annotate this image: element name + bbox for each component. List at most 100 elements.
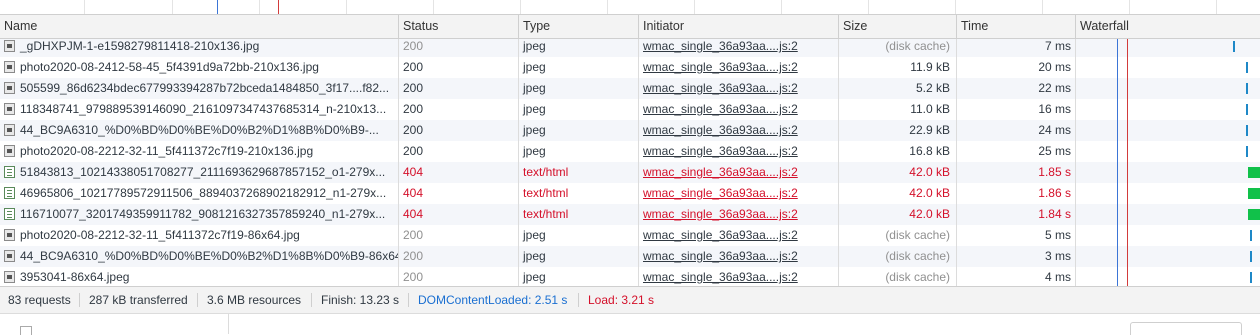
table-row[interactable]: 44_BC9A6310_%D0%BD%D0%BE%D0%B2%D1%8B%D0%…	[0, 120, 1260, 141]
request-status: 200	[399, 39, 519, 57]
column-header-time[interactable]: Time	[957, 15, 1076, 38]
divider	[578, 293, 579, 307]
request-name[interactable]: photo2020-08-2212-32-11_5f411372c7f19-21…	[0, 141, 399, 162]
request-name[interactable]: 44_BC9A6310_%D0%BD%D0%BE%D0%B2%D1%8B%D0%…	[0, 246, 399, 267]
overview-grid-tick	[868, 0, 869, 14]
request-initiator-link[interactable]: wmac_single_36a93aa....js:2	[639, 204, 839, 225]
table-row[interactable]: photo2020-08-2212-32-11_5f411372c7f19-86…	[0, 225, 1260, 246]
request-time: 1.84 s	[957, 204, 1076, 225]
request-type: text/html	[519, 183, 639, 204]
request-name[interactable]: 505599_86d6234bdec677993394287b72bceda14…	[0, 78, 399, 99]
request-initiator-link[interactable]: wmac_single_36a93aa....js:2	[639, 267, 839, 288]
request-initiator-link[interactable]: wmac_single_36a93aa....js:2	[639, 120, 839, 141]
waterfall-cell[interactable]	[1076, 267, 1260, 288]
request-status: 200	[399, 246, 519, 267]
request-time: 7 ms	[957, 39, 1076, 57]
request-time: 1.86 s	[957, 183, 1076, 204]
waterfall-load-line	[1127, 39, 1128, 301]
request-name[interactable]: 51843813_10214338051708277_2111693629687…	[0, 162, 399, 183]
table-row[interactable]: 116710077_3201749359911782_9081216327357…	[0, 204, 1260, 225]
panel-button[interactable]	[1130, 322, 1242, 335]
waterfall-cell[interactable]	[1076, 39, 1260, 57]
waterfall-cell[interactable]	[1076, 204, 1260, 225]
waterfall-bar	[1248, 167, 1260, 178]
request-type: jpeg	[519, 246, 639, 267]
column-header-status[interactable]: Status	[399, 15, 519, 38]
table-row[interactable]: 46965806_10217789572911506_8894037268902…	[0, 183, 1260, 204]
waterfall-cell[interactable]	[1076, 141, 1260, 162]
waterfall-cell[interactable]	[1076, 99, 1260, 120]
column-header-initiator[interactable]: Initiator	[639, 15, 839, 38]
request-initiator-link[interactable]: wmac_single_36a93aa....js:2	[639, 162, 839, 183]
request-name[interactable]: 118348741_979889539146090_21610973474376…	[0, 99, 399, 120]
overview-grid-tick	[84, 0, 85, 14]
table-row[interactable]: 51843813_10214338051708277_2111693629687…	[0, 162, 1260, 183]
table-row[interactable]: _gDHXPJM-1-e1598279811418-210x136.jpg 200…	[0, 39, 1260, 57]
table-body: _gDHXPJM-1-e1598279811418-210x136.jpg 200…	[0, 39, 1260, 301]
request-name[interactable]: 46965806_10217789572911506_8894037268902…	[0, 183, 399, 204]
waterfall-cell[interactable]	[1076, 162, 1260, 183]
request-size: 11.0 kB	[839, 99, 957, 120]
request-type: jpeg	[519, 57, 639, 78]
document-file-icon	[4, 208, 15, 220]
request-initiator-link[interactable]: wmac_single_36a93aa....js:2	[639, 183, 839, 204]
waterfall-cell[interactable]	[1076, 225, 1260, 246]
panel-divider[interactable]	[228, 314, 229, 334]
request-time: 24 ms	[957, 120, 1076, 141]
request-name[interactable]: 3953041-86x64.jpeg	[0, 267, 399, 288]
column-header-name[interactable]: Name	[0, 15, 399, 38]
status-bar: 83 requests 287 kB transferred 3.6 MB re…	[0, 286, 1260, 313]
waterfall-cell[interactable]	[1076, 78, 1260, 99]
column-header-size[interactable]: Size	[839, 15, 957, 38]
request-name[interactable]: photo2020-08-2212-32-11_5f411372c7f19-86…	[0, 225, 399, 246]
domcontentloaded-time: DOMContentLoaded: 2.51 s	[418, 293, 568, 307]
divider	[197, 293, 198, 307]
request-size: 16.8 kB	[839, 141, 957, 162]
overview-grid-tick	[172, 0, 173, 14]
request-status: 404	[399, 183, 519, 204]
table-row[interactable]: photo2020-08-2212-32-11_5f411372c7f19-21…	[0, 141, 1260, 162]
request-initiator-link[interactable]: wmac_single_36a93aa....js:2	[639, 78, 839, 99]
request-initiator-link[interactable]: wmac_single_36a93aa....js:2	[639, 246, 839, 267]
request-type: jpeg	[519, 225, 639, 246]
waterfall-cell[interactable]	[1076, 57, 1260, 78]
table-row[interactable]: photo2020-08-2412-58-45_5f4391d9a72bb-21…	[0, 57, 1260, 78]
request-size: 5.2 kB	[839, 78, 957, 99]
waterfall-bar	[1233, 41, 1235, 52]
image-file-icon	[4, 271, 15, 283]
table-row[interactable]: 505599_86d6234bdec677993394287b72bceda14…	[0, 78, 1260, 99]
request-initiator-link[interactable]: wmac_single_36a93aa....js:2	[639, 99, 839, 120]
request-name[interactable]: 44_BC9A6310_%D0%BD%D0%BE%D0%B2%D1%8B%D0%…	[0, 120, 399, 141]
waterfall-cell[interactable]	[1076, 183, 1260, 204]
request-initiator-link[interactable]: wmac_single_36a93aa....js:2	[639, 39, 839, 57]
overview-grid-tick	[1216, 0, 1217, 14]
table-row[interactable]: 44_BC9A6310_%D0%BD%D0%BE%D0%B2%D1%8B%D0%…	[0, 246, 1260, 267]
request-size: (disk cache)	[839, 39, 957, 57]
request-size: 42.0 kB	[839, 183, 957, 204]
request-size: 42.0 kB	[839, 204, 957, 225]
request-status: 404	[399, 162, 519, 183]
waterfall-bar	[1250, 251, 1252, 262]
request-status: 200	[399, 267, 519, 288]
request-time: 20 ms	[957, 57, 1076, 78]
image-file-icon	[4, 145, 15, 157]
request-size: (disk cache)	[839, 246, 957, 267]
request-name[interactable]: 116710077_3201749359911782_9081216327357…	[0, 204, 399, 225]
request-initiator-link[interactable]: wmac_single_36a93aa....js:2	[639, 57, 839, 78]
overview-timeline[interactable]	[0, 0, 1260, 15]
column-header-waterfall[interactable]: Waterfall	[1076, 15, 1260, 38]
table-row[interactable]: 118348741_979889539146090_21610973474376…	[0, 99, 1260, 120]
waterfall-bar	[1248, 209, 1260, 220]
request-initiator-link[interactable]: wmac_single_36a93aa....js:2	[639, 225, 839, 246]
request-status: 200	[399, 225, 519, 246]
column-header-type[interactable]: Type	[519, 15, 639, 38]
finish-time: Finish: 13.23 s	[321, 293, 400, 307]
document-icon	[20, 326, 32, 335]
table-row[interactable]: 3953041-86x64.jpeg 200 jpeg wmac_single_36a…	[0, 267, 1260, 288]
waterfall-bar	[1246, 125, 1248, 136]
request-name[interactable]: _gDHXPJM-1-e1598279811418-210x136.jpg	[0, 39, 399, 57]
waterfall-cell[interactable]	[1076, 246, 1260, 267]
request-name[interactable]: photo2020-08-2412-58-45_5f4391d9a72bb-21…	[0, 57, 399, 78]
request-initiator-link[interactable]: wmac_single_36a93aa....js:2	[639, 141, 839, 162]
waterfall-cell[interactable]	[1076, 120, 1260, 141]
